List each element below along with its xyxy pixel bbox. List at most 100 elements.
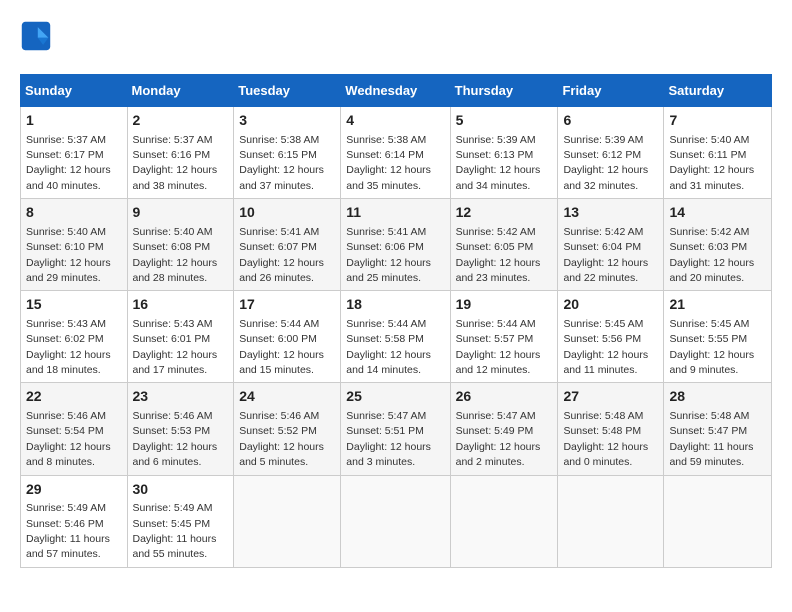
- day-info: Sunrise: 5:42 AMSunset: 6:05 PMDaylight:…: [456, 226, 541, 284]
- col-header-tuesday: Tuesday: [234, 75, 341, 107]
- day-info: Sunrise: 5:45 AMSunset: 5:56 PMDaylight:…: [563, 318, 648, 376]
- day-number: 4: [346, 111, 444, 131]
- day-info: Sunrise: 5:43 AMSunset: 6:02 PMDaylight:…: [26, 318, 111, 376]
- table-row: 27Sunrise: 5:48 AMSunset: 5:48 PMDayligh…: [558, 383, 664, 475]
- day-info: Sunrise: 5:37 AMSunset: 6:17 PMDaylight:…: [26, 134, 111, 192]
- logo: [20, 20, 56, 52]
- col-header-sunday: Sunday: [21, 75, 128, 107]
- table-row: 2 Sunrise: 5:37 AMSunset: 6:16 PMDaylight…: [127, 107, 234, 199]
- day-number: 30: [133, 480, 229, 500]
- day-info: Sunrise: 5:43 AMSunset: 6:01 PMDaylight:…: [133, 318, 218, 376]
- day-number: 24: [239, 387, 335, 407]
- day-number: 10: [239, 203, 335, 223]
- table-row: 7 Sunrise: 5:40 AMSunset: 6:11 PMDaylight…: [664, 107, 772, 199]
- table-row: 20 Sunrise: 5:45 AMSunset: 5:56 PMDayligh…: [558, 291, 664, 383]
- table-row: [558, 475, 664, 567]
- col-header-wednesday: Wednesday: [341, 75, 450, 107]
- table-row: 29Sunrise: 5:49 AMSunset: 5:46 PMDayligh…: [21, 475, 128, 567]
- day-info: Sunrise: 5:48 AMSunset: 5:47 PMDaylight:…: [669, 410, 753, 468]
- table-row: 6 Sunrise: 5:39 AMSunset: 6:12 PMDaylight…: [558, 107, 664, 199]
- table-row: 28 Sunrise: 5:48 AMSunset: 5:47 PMDayligh…: [664, 383, 772, 475]
- day-info: Sunrise: 5:46 AMSunset: 5:54 PMDaylight:…: [26, 410, 111, 468]
- day-number: 11: [346, 203, 444, 223]
- logo-icon: [20, 20, 52, 52]
- table-row: 11 Sunrise: 5:41 AMSunset: 6:06 PMDayligh…: [341, 199, 450, 291]
- day-number: 3: [239, 111, 335, 131]
- table-row: 9Sunrise: 5:40 AMSunset: 6:08 PMDaylight…: [127, 199, 234, 291]
- day-info: Sunrise: 5:46 AMSunset: 5:53 PMDaylight:…: [133, 410, 218, 468]
- day-number: 22: [26, 387, 122, 407]
- day-info: Sunrise: 5:44 AMSunset: 5:58 PMDaylight:…: [346, 318, 431, 376]
- day-info: Sunrise: 5:39 AMSunset: 6:13 PMDaylight:…: [456, 134, 541, 192]
- table-row: 1 Sunrise: 5:37 AMSunset: 6:17 PMDaylight…: [21, 107, 128, 199]
- day-info: Sunrise: 5:42 AMSunset: 6:03 PMDaylight:…: [669, 226, 754, 284]
- day-info: Sunrise: 5:42 AMSunset: 6:04 PMDaylight:…: [563, 226, 648, 284]
- day-number: 1: [26, 111, 122, 131]
- table-row: 24 Sunrise: 5:46 AMSunset: 5:52 PMDayligh…: [234, 383, 341, 475]
- day-number: 2: [133, 111, 229, 131]
- day-number: 7: [669, 111, 766, 131]
- table-row: 8 Sunrise: 5:40 AMSunset: 6:10 PMDaylight…: [21, 199, 128, 291]
- day-info: Sunrise: 5:47 AMSunset: 5:51 PMDaylight:…: [346, 410, 431, 468]
- day-info: Sunrise: 5:45 AMSunset: 5:55 PMDaylight:…: [669, 318, 754, 376]
- day-number: 28: [669, 387, 766, 407]
- table-row: 17Sunrise: 5:44 AMSunset: 6:00 PMDayligh…: [234, 291, 341, 383]
- day-info: Sunrise: 5:41 AMSunset: 6:07 PMDaylight:…: [239, 226, 324, 284]
- day-info: Sunrise: 5:49 AMSunset: 5:45 PMDaylight:…: [133, 502, 217, 560]
- day-number: 16: [133, 295, 229, 315]
- day-info: Sunrise: 5:41 AMSunset: 6:06 PMDaylight:…: [346, 226, 431, 284]
- table-row: [234, 475, 341, 567]
- day-number: 18: [346, 295, 444, 315]
- table-row: 19 Sunrise: 5:44 AMSunset: 5:57 PMDayligh…: [450, 291, 558, 383]
- table-row: 10 Sunrise: 5:41 AMSunset: 6:07 PMDayligh…: [234, 199, 341, 291]
- day-number: 19: [456, 295, 553, 315]
- day-number: 5: [456, 111, 553, 131]
- col-header-monday: Monday: [127, 75, 234, 107]
- day-info: Sunrise: 5:48 AMSunset: 5:48 PMDaylight:…: [563, 410, 648, 468]
- day-number: 26: [456, 387, 553, 407]
- table-row: 18 Sunrise: 5:44 AMSunset: 5:58 PMDayligh…: [341, 291, 450, 383]
- table-row: 3 Sunrise: 5:38 AMSunset: 6:15 PMDaylight…: [234, 107, 341, 199]
- day-number: 9: [133, 203, 229, 223]
- day-number: 29: [26, 480, 122, 500]
- table-row: 14 Sunrise: 5:42 AMSunset: 6:03 PMDayligh…: [664, 199, 772, 291]
- day-info: Sunrise: 5:46 AMSunset: 5:52 PMDaylight:…: [239, 410, 324, 468]
- col-header-friday: Friday: [558, 75, 664, 107]
- table-row: 25 Sunrise: 5:47 AMSunset: 5:51 PMDayligh…: [341, 383, 450, 475]
- table-row: 30Sunrise: 5:49 AMSunset: 5:45 PMDayligh…: [127, 475, 234, 567]
- day-info: Sunrise: 5:39 AMSunset: 6:12 PMDaylight:…: [563, 134, 648, 192]
- day-number: 23: [133, 387, 229, 407]
- calendar-table: SundayMondayTuesdayWednesdayThursdayFrid…: [20, 74, 772, 568]
- day-number: 8: [26, 203, 122, 223]
- day-number: 20: [563, 295, 658, 315]
- day-info: Sunrise: 5:40 AMSunset: 6:10 PMDaylight:…: [26, 226, 111, 284]
- col-header-thursday: Thursday: [450, 75, 558, 107]
- table-row: 4 Sunrise: 5:38 AMSunset: 6:14 PMDaylight…: [341, 107, 450, 199]
- day-number: 14: [669, 203, 766, 223]
- day-info: Sunrise: 5:38 AMSunset: 6:14 PMDaylight:…: [346, 134, 431, 192]
- day-number: 13: [563, 203, 658, 223]
- day-info: Sunrise: 5:44 AMSunset: 5:57 PMDaylight:…: [456, 318, 541, 376]
- table-row: 23 Sunrise: 5:46 AMSunset: 5:53 PMDayligh…: [127, 383, 234, 475]
- day-number: 12: [456, 203, 553, 223]
- day-info: Sunrise: 5:47 AMSunset: 5:49 PMDaylight:…: [456, 410, 541, 468]
- table-row: 15 Sunrise: 5:43 AMSunset: 6:02 PMDayligh…: [21, 291, 128, 383]
- table-row: 22 Sunrise: 5:46 AMSunset: 5:54 PMDayligh…: [21, 383, 128, 475]
- day-number: 15: [26, 295, 122, 315]
- day-info: Sunrise: 5:49 AMSunset: 5:46 PMDaylight:…: [26, 502, 110, 560]
- day-number: 6: [563, 111, 658, 131]
- day-info: Sunrise: 5:40 AMSunset: 6:11 PMDaylight:…: [669, 134, 754, 192]
- table-row: [664, 475, 772, 567]
- table-row: 13 Sunrise: 5:42 AMSunset: 6:04 PMDayligh…: [558, 199, 664, 291]
- table-row: 12 Sunrise: 5:42 AMSunset: 6:05 PMDayligh…: [450, 199, 558, 291]
- day-info: Sunrise: 5:37 AMSunset: 6:16 PMDaylight:…: [133, 134, 218, 192]
- table-row: [341, 475, 450, 567]
- day-number: 21: [669, 295, 766, 315]
- table-row: 21 Sunrise: 5:45 AMSunset: 5:55 PMDayligh…: [664, 291, 772, 383]
- table-row: 16 Sunrise: 5:43 AMSunset: 6:01 PMDayligh…: [127, 291, 234, 383]
- table-row: 5 Sunrise: 5:39 AMSunset: 6:13 PMDaylight…: [450, 107, 558, 199]
- day-number: 17: [239, 295, 335, 315]
- day-number: 25: [346, 387, 444, 407]
- table-row: [450, 475, 558, 567]
- day-info: Sunrise: 5:38 AMSunset: 6:15 PMDaylight:…: [239, 134, 324, 192]
